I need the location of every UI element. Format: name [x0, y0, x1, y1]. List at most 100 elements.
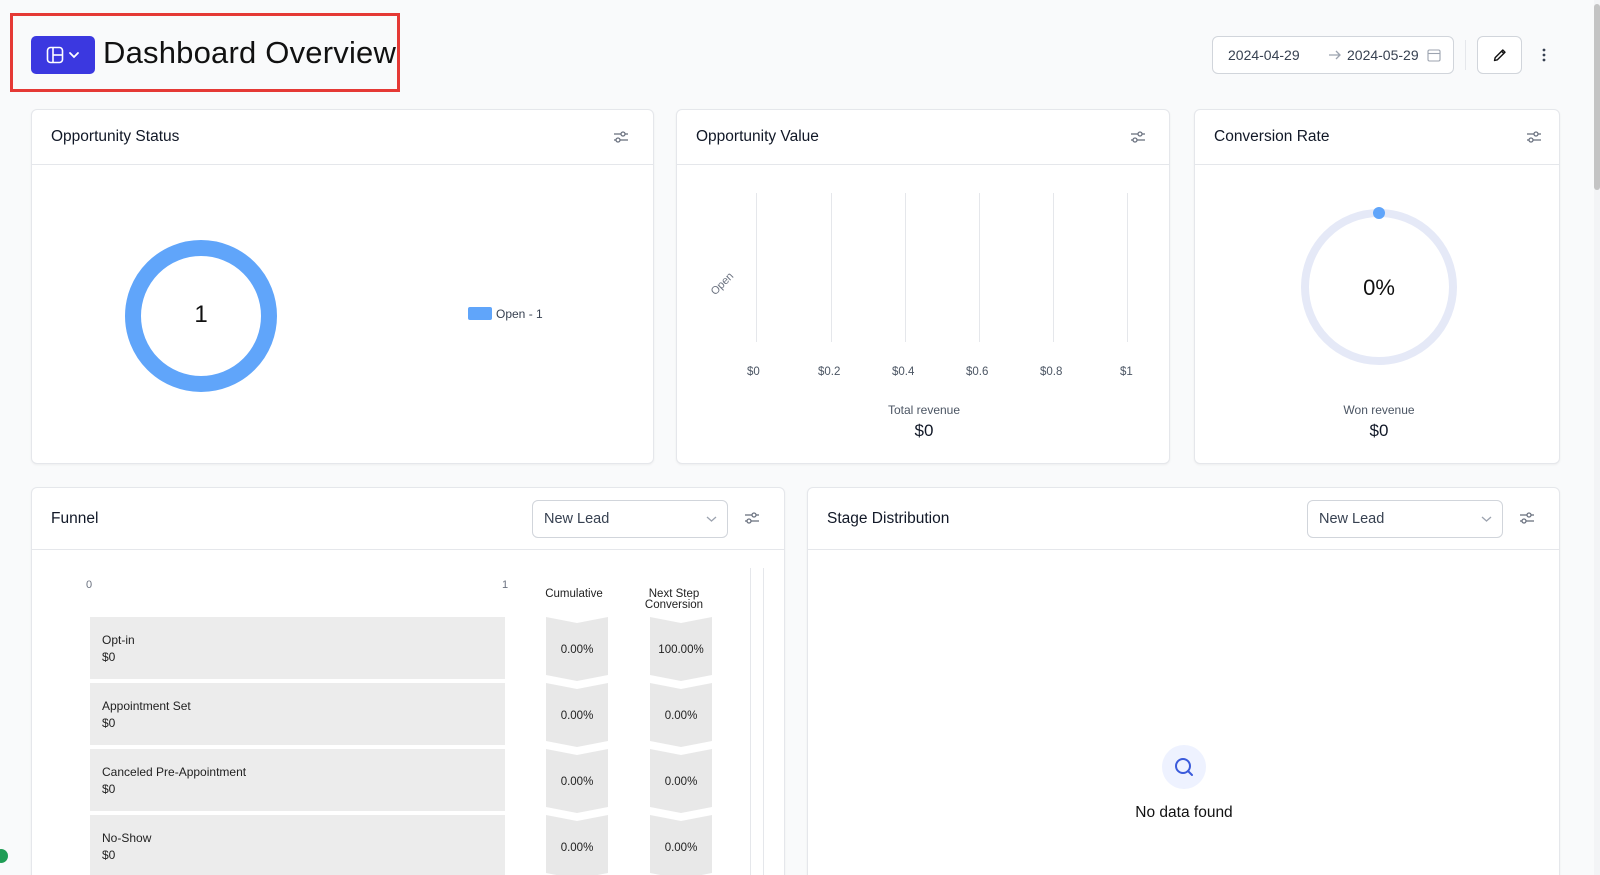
gridline [979, 193, 980, 342]
header-divider [1465, 40, 1466, 70]
next-step-cell: 0.00% [650, 683, 712, 749]
date-start[interactable]: 2024-04-29 [1228, 47, 1300, 63]
gridline [831, 193, 832, 342]
gauge-center-value: 0% [1363, 275, 1395, 300]
opportunity-status-card: Opportunity Status 1 Open - 1 [31, 109, 654, 464]
edit-dashboard-button[interactable] [1477, 36, 1522, 74]
more-vertical-icon [1542, 48, 1546, 62]
gridline [1127, 193, 1128, 342]
card-title: Opportunity Value [696, 128, 819, 145]
date-range-picker[interactable]: 2024-04-29 2024-05-29 [1212, 36, 1454, 74]
next-step-cell: 100.00% [650, 617, 712, 683]
card-header: Opportunity Value [677, 110, 1169, 165]
search-icon [1175, 758, 1193, 776]
funnel-stage-label: Appointment Set [102, 699, 191, 713]
next-step-value: 100.00% [658, 644, 704, 656]
chevron-down-icon [69, 52, 79, 59]
card-header: Stage Distribution New Lead [808, 488, 1559, 550]
x-tick: $0.2 [818, 366, 841, 378]
funnel-stage-select[interactable]: New Lead [532, 500, 728, 538]
funnel-stage-label: Canceled Pre-Appointment [102, 765, 247, 779]
x-tick: $0.4 [892, 366, 915, 378]
layout-icon [46, 46, 64, 64]
legend-label-open: Open - 1 [496, 307, 543, 321]
page-scrollbar-thumb[interactable] [1594, 4, 1600, 190]
x-tick: $0.6 [966, 366, 989, 378]
next-step-value: 0.00% [664, 710, 698, 722]
card-header: Opportunity Status [32, 110, 653, 165]
next-step-value: 0.00% [664, 776, 698, 788]
cumulative-cell: 0.00% [546, 617, 608, 683]
x-tick: $1 [1120, 366, 1133, 378]
cumulative-value: 0.00% [560, 776, 594, 788]
funnel-stage-label: No-Show [102, 831, 152, 845]
select-value: New Lead [1319, 511, 1385, 527]
gridline [1053, 193, 1054, 342]
next-step-line2: Conversion [644, 599, 704, 611]
x-tick: $0 [747, 366, 760, 378]
funnel-card: Funnel New Lead 0 1 Cumulative Next Step… [31, 487, 785, 875]
card-header: Funnel New Lead [32, 488, 784, 550]
filter-settings-icon[interactable] [1518, 510, 1536, 526]
filter-settings-icon[interactable] [743, 510, 761, 526]
funnel-scroll-track[interactable] [750, 568, 764, 875]
funnel-bar: Canceled Pre-Appointment $0 [90, 749, 505, 811]
funnel-stage-amount: $0 [102, 716, 116, 730]
card-title: Stage Distribution [827, 510, 950, 527]
empty-state-text: No data found [1135, 804, 1233, 821]
dashboard-switcher-button[interactable] [31, 36, 95, 74]
select-value: New Lead [544, 511, 610, 527]
next-step-cell: 0.00% [650, 749, 712, 815]
cumulative-cell: 0.00% [546, 749, 608, 815]
won-revenue-label: Won revenue [1343, 403, 1415, 417]
floating-widget-icon[interactable] [0, 849, 8, 863]
filter-settings-icon[interactable] [1129, 129, 1147, 145]
funnel-stage-amount: $0 [102, 848, 116, 862]
page-title: Dashboard Overview [103, 35, 397, 70]
card-header: Conversion Rate [1195, 110, 1559, 165]
calendar-icon [1427, 49, 1441, 62]
donut-center-value: 1 [194, 301, 208, 328]
legend-swatch-open [468, 307, 492, 320]
funnel-bar: Opt-in $0 [90, 617, 505, 679]
card-title: Conversion Rate [1214, 128, 1330, 145]
total-revenue-label: Total revenue [887, 403, 961, 417]
cumulative-cell: 0.00% [546, 683, 608, 749]
gridline [905, 193, 906, 342]
empty-state-icon-wrap [1162, 745, 1206, 789]
stage-distribution-card: Stage Distribution New Lead No data foun… [807, 487, 1560, 875]
filter-settings-icon[interactable] [612, 129, 630, 145]
funnel-axis-min: 0 [86, 579, 93, 591]
more-options-button[interactable] [1537, 44, 1551, 66]
arrow-right-icon [1329, 50, 1341, 60]
card-title: Opportunity Status [51, 128, 180, 145]
funnel-stage-amount: $0 [102, 782, 116, 796]
funnel-axis-max: 1 [502, 579, 509, 591]
total-revenue-value: $0 [914, 421, 934, 440]
funnel-stage-amount: $0 [102, 650, 116, 664]
won-revenue-value: $0 [1369, 421, 1389, 440]
column-header-cumulative: Cumulative [545, 588, 603, 600]
next-step-value: 0.00% [664, 842, 698, 854]
page-header: Dashboard Overview 2024-04-29 2024-05-29 [0, 0, 1600, 100]
card-title: Funnel [51, 510, 99, 527]
cumulative-value: 0.00% [560, 842, 594, 854]
x-tick: $0.8 [1040, 366, 1063, 378]
pencil-icon [1493, 49, 1506, 62]
funnel-stage-label: Opt-in [102, 633, 135, 647]
funnel-bar: No-Show $0 [90, 815, 505, 875]
conversion-rate-card: Conversion Rate 0% Won revenue $0 [1194, 109, 1560, 464]
date-end[interactable]: 2024-05-29 [1347, 47, 1425, 63]
stage-select[interactable]: New Lead [1307, 500, 1503, 538]
filter-settings-icon[interactable] [1525, 129, 1543, 145]
column-header-next-step: Next Step Conversion [632, 588, 716, 611]
y-category-label: Open [708, 270, 737, 298]
cumulative-value: 0.00% [560, 644, 594, 656]
next-step-cell: 0.00% [650, 815, 712, 875]
gridline [756, 193, 757, 342]
chevron-down-icon [1481, 516, 1492, 522]
opportunity-value-card: Opportunity Value Open $0 $0.2 $0.4 $0.6… [676, 109, 1170, 464]
chevron-down-icon [706, 516, 717, 522]
funnel-bar: Appointment Set $0 [90, 683, 505, 745]
cumulative-value: 0.00% [560, 710, 594, 722]
